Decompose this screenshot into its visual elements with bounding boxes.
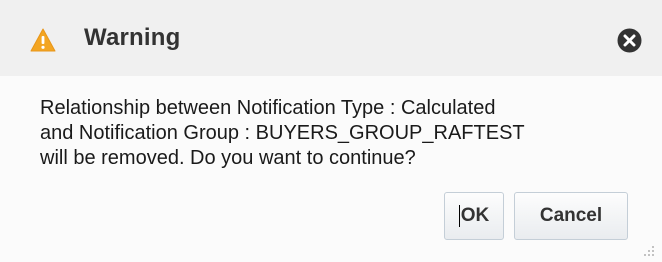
cancel-button-label: Cancel <box>539 205 603 226</box>
ok-button-label: OK <box>460 205 490 226</box>
dialog-header: Warning <box>0 0 662 76</box>
cancel-button[interactable]: Cancel <box>514 192 628 240</box>
dialog-title: Warning <box>84 24 181 51</box>
ok-button[interactable]: OK <box>444 192 504 240</box>
warning-triangle-icon <box>30 28 56 52</box>
dialog-message: Relationship between Notification Type :… <box>40 97 525 169</box>
text-cursor <box>458 205 460 227</box>
close-icon[interactable] <box>617 28 642 53</box>
resize-grip-icon[interactable] <box>640 242 656 258</box>
warning-dialog: Warning Relationship between Notificatio… <box>0 0 662 262</box>
